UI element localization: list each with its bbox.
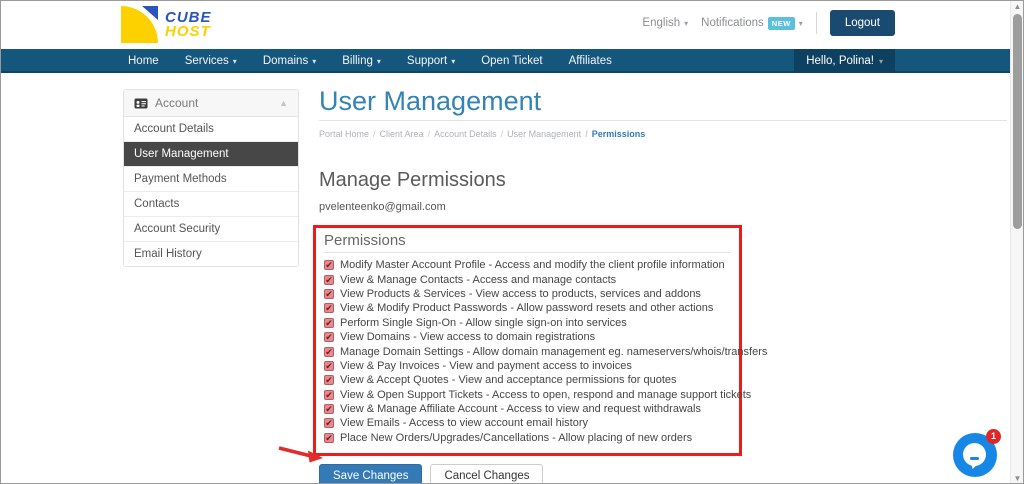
header-divider <box>816 12 817 34</box>
breadcrumb-permissions: Permissions <box>585 129 645 139</box>
breadcrumb-portal-home[interactable]: Portal Home <box>319 129 369 139</box>
main-content: User Management Portal Home Client Area … <box>319 85 1007 484</box>
checkbox-checked-icon[interactable]: ✔ <box>324 390 334 400</box>
sidebar-item-email-history[interactable]: Email History <box>124 242 298 266</box>
account-sidebar: Account ▲ Account Details User Managemen… <box>123 89 299 267</box>
logout-button[interactable]: Logout <box>830 10 895 36</box>
nav-item-open-ticket[interactable]: Open Ticket <box>468 49 555 73</box>
breadcrumb-user-management[interactable]: User Management <box>501 129 582 139</box>
permission-row: ✔View Emails - Access to view account em… <box>324 416 731 430</box>
language-label: English <box>642 17 680 29</box>
checkbox-checked-icon[interactable]: ✔ <box>324 289 334 299</box>
user-greeting: Hello, Polina! <box>806 55 874 67</box>
title-divider <box>319 120 1007 121</box>
permission-row: ✔Modify Master Account Profile - Access … <box>324 258 731 272</box>
scrollbar-thumb[interactable] <box>1013 14 1022 229</box>
checkbox-checked-icon[interactable]: ✔ <box>324 303 334 313</box>
new-badge: NEW <box>768 17 795 30</box>
top-header: CUBE HOST English ▾ Notifications NEW ▾ … <box>1 1 1024 49</box>
nav-item-home[interactable]: Home <box>115 49 172 73</box>
permissions-heading: Permissions <box>324 232 731 253</box>
nav-item-affiliates[interactable]: Affiliates <box>556 49 625 73</box>
page-title: User Management <box>319 85 1007 117</box>
caret-down-icon: ▾ <box>312 57 316 66</box>
site-logo[interactable]: CUBE HOST <box>121 6 212 43</box>
permissions-annotation-box: Permissions ✔Modify Master Account Profi… <box>313 225 742 456</box>
permission-row: ✔View & Pay Invoices - View and payment … <box>324 359 731 373</box>
sidebar-item-user-management[interactable]: User Management <box>124 142 298 167</box>
breadcrumb-account-details[interactable]: Account Details <box>428 129 497 139</box>
permission-row: ✔Manage Domain Settings - Allow domain m… <box>324 344 731 358</box>
sidebar-item-account-security[interactable]: Account Security <box>124 217 298 242</box>
caret-down-icon: ▾ <box>684 19 688 28</box>
logo-text: CUBE HOST <box>165 11 212 39</box>
caret-down-icon: ▾ <box>451 57 455 66</box>
permission-row: ✔Place New Orders/Upgrades/Cancellations… <box>324 431 731 445</box>
manage-permissions-title: Manage Permissions <box>319 169 1007 192</box>
red-arrow-annotation <box>277 445 325 465</box>
cancel-changes-button[interactable]: Cancel Changes <box>430 464 543 484</box>
checkbox-checked-icon[interactable]: ✔ <box>324 375 334 385</box>
client-area-page: CUBE HOST English ▾ Notifications NEW ▾ … <box>0 0 1024 484</box>
sidebar-item-account-details[interactable]: Account Details <box>124 117 298 142</box>
caret-down-icon: ▾ <box>233 57 237 66</box>
caret-down-icon: ▾ <box>799 19 803 28</box>
sidebar-item-payment-methods[interactable]: Payment Methods <box>124 167 298 192</box>
checkbox-checked-icon[interactable]: ✔ <box>324 433 334 443</box>
checkbox-checked-icon[interactable]: ✔ <box>324 361 334 371</box>
checkbox-checked-icon[interactable]: ✔ <box>324 418 334 428</box>
sidebar-header-label: Account <box>155 96 198 110</box>
permission-row: ✔View Products & Services - View access … <box>324 287 731 301</box>
caret-down-icon: ▾ <box>377 57 381 66</box>
permission-row: ✔View & Open Support Tickets - Access to… <box>324 388 731 402</box>
permission-row: ✔View & Modify Product Passwords - Allow… <box>324 301 731 315</box>
user-email: pvelenteenko@gmail.com <box>319 201 1007 213</box>
permission-row: ✔View & Manage Affiliate Account - Acces… <box>324 402 731 416</box>
scroll-up-arrow-icon[interactable]: ▲ <box>1011 1 1024 13</box>
logo-line2: HOST <box>165 25 212 39</box>
user-menu[interactable]: Hello, Polina! ▾ <box>794 49 895 73</box>
sidebar-item-contacts[interactable]: Contacts <box>124 192 298 217</box>
caret-down-icon: ▾ <box>879 57 883 66</box>
nav-item-domains[interactable]: Domains▾ <box>250 49 329 73</box>
checkbox-checked-icon[interactable]: ✔ <box>324 318 334 328</box>
save-changes-button[interactable]: Save Changes <box>319 464 422 484</box>
checkbox-checked-icon[interactable]: ✔ <box>324 260 334 270</box>
nav-item-billing[interactable]: Billing▾ <box>329 49 394 73</box>
checkbox-checked-icon[interactable]: ✔ <box>324 347 334 357</box>
nav-item-support[interactable]: Support▾ <box>394 49 468 73</box>
notifications-dropdown[interactable]: Notifications NEW ▾ <box>701 17 803 30</box>
nav-items: Home Services▾ Domains▾ Billing▾ Support… <box>115 49 625 73</box>
id-card-icon <box>134 98 148 109</box>
permission-row: ✔View Domains - View access to domain re… <box>324 330 731 344</box>
checkbox-checked-icon[interactable]: ✔ <box>324 404 334 414</box>
notifications-label: Notifications <box>701 17 764 29</box>
nav-item-services[interactable]: Services▾ <box>172 49 250 73</box>
permission-row: ✔View & Accept Quotes - View and accepta… <box>324 373 731 387</box>
header-actions: English ▾ Notifications NEW ▾ Logout <box>642 10 895 36</box>
form-actions: Save Changes Cancel Changes <box>319 464 1007 484</box>
breadcrumb: Portal Home Client Area Account Details … <box>319 129 1007 139</box>
checkbox-checked-icon[interactable]: ✔ <box>324 275 334 285</box>
breadcrumb-client-area[interactable]: Client Area <box>373 129 424 139</box>
chevron-up-icon: ▲ <box>279 98 288 108</box>
chat-notification-badge: 1 <box>986 429 1001 444</box>
scroll-down-arrow-icon[interactable]: ▼ <box>1011 473 1024 484</box>
cube-host-logo-icon <box>121 6 158 43</box>
permission-row: ✔View & Manage Contacts - Access and man… <box>324 272 731 286</box>
checkbox-checked-icon[interactable]: ✔ <box>324 332 334 342</box>
vertical-scrollbar[interactable]: ▲ ▼ <box>1010 1 1023 484</box>
sidebar-header-account[interactable]: Account ▲ <box>124 90 298 117</box>
main-navbar: Home Services▾ Domains▾ Billing▾ Support… <box>1 49 1024 73</box>
live-chat-widget[interactable]: 1 <box>953 431 999 477</box>
language-dropdown[interactable]: English ▾ <box>642 17 688 29</box>
permission-row: ✔Perform Single Sign-On - Allow single s… <box>324 316 731 330</box>
